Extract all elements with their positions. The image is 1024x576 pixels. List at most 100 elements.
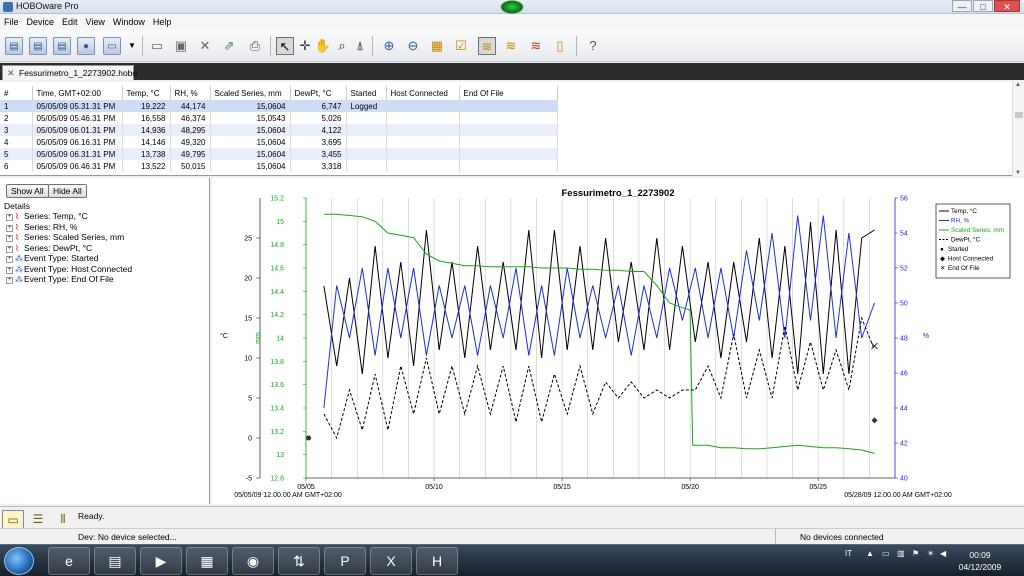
plot2-icon[interactable]: ≋	[502, 37, 520, 55]
zoom-in-icon[interactable]: ⊕	[380, 37, 398, 55]
table-row[interactable]: 6 05/05/09 06.46.31 PM 13,522 50,015 15,0604…	[0, 160, 558, 172]
column-header[interactable]: Started	[346, 86, 387, 100]
column-header[interactable]: Scaled Series, mm	[210, 86, 291, 100]
table-cell[interactable]	[386, 112, 460, 124]
table-cell[interactable]: 15,0604	[210, 124, 291, 136]
media-center-icon[interactable]: ◉	[232, 547, 274, 575]
table-cell[interactable]: 49,795	[170, 148, 211, 160]
expand-icon[interactable]: +	[6, 235, 13, 242]
table-cell[interactable]: 05/05/09 05.31.31 PM	[32, 100, 123, 112]
hand-icon[interactable]: ✋	[314, 37, 332, 55]
table-cell[interactable]: 13,522	[122, 160, 171, 172]
table-row[interactable]: 3 05/05/09 06.01.31 PM 14,936 48,295 15,0604…	[0, 124, 558, 136]
delete-icon[interactable]: ✕	[196, 37, 214, 55]
excel-icon[interactable]: X	[370, 547, 412, 575]
table-cell[interactable]: 5	[0, 148, 33, 160]
table-cell[interactable]: 48,295	[170, 124, 211, 136]
table-cell[interactable]: 13,738	[122, 148, 171, 160]
table-cell[interactable]: 19,222	[122, 100, 171, 112]
plot-active-icon[interactable]: ≋	[478, 37, 496, 55]
select-device-icon[interactable]: ▭	[103, 37, 121, 55]
table-cell[interactable]	[386, 100, 460, 112]
table-cell[interactable]	[459, 112, 558, 124]
table-cell[interactable]	[346, 136, 387, 148]
document-tab[interactable]: ✕ Fessurimetro_1_2273902.hobo	[2, 65, 137, 80]
table-cell[interactable]	[386, 160, 460, 172]
security-icon[interactable]: ⚑	[912, 549, 919, 558]
table-cell[interactable]: 49,320	[170, 136, 211, 148]
person-icon[interactable]: ⍋	[351, 37, 369, 55]
table-scrollbar[interactable]: ▲ ▼	[1012, 82, 1024, 176]
table-cell[interactable]: 15,0604	[210, 160, 291, 172]
table-cell[interactable]	[459, 148, 558, 160]
folder-icon[interactable]: ▦	[186, 547, 228, 575]
menu-view[interactable]: View	[82, 14, 109, 30]
details-tree-item[interactable]: + ⁂Event Type: End Of File	[6, 274, 132, 285]
media-player-icon[interactable]: ▶	[140, 547, 182, 575]
table-cell[interactable]: 4	[0, 136, 33, 148]
table-cell[interactable]: 1	[0, 100, 33, 112]
details-tree-item[interactable]: + ⌇ Series: Temp, °C	[6, 211, 132, 222]
pointer-icon[interactable]: ↖	[276, 37, 294, 55]
maximize-button[interactable]: □	[973, 0, 993, 12]
expand-icon[interactable]: +	[6, 214, 13, 221]
column-header[interactable]: End Of File	[459, 86, 558, 100]
show-hidden-icons-icon[interactable]: ▲	[866, 549, 874, 558]
table-cell[interactable]: 14,936	[122, 124, 171, 136]
table-cell[interactable]: 15,0604	[210, 136, 291, 148]
table-row[interactable]: 4 05/05/09 06.16.31 PM 14,146 49,320 15,0604…	[0, 136, 558, 148]
table-cell[interactable]: 05/05/09 06.16.31 PM	[32, 136, 123, 148]
column-header[interactable]: #	[0, 86, 33, 100]
start-button[interactable]	[4, 547, 34, 575]
points-icon[interactable]: ▦	[428, 37, 446, 55]
expand-icon[interactable]: +	[6, 277, 13, 284]
save-icon[interactable]: ▣	[172, 37, 190, 55]
magnifier-icon[interactable]: ⌕	[333, 37, 351, 55]
table-cell[interactable]	[459, 124, 558, 136]
show-all-button[interactable]: Show All	[6, 184, 49, 198]
table-cell[interactable]	[346, 148, 387, 160]
scroll-up-icon[interactable]: ▲	[1015, 82, 1021, 88]
table-row[interactable]: 5 05/05/09 06.31.31 PM 13,738 49,795 15,0604…	[0, 148, 558, 160]
clock[interactable]: 00:09 04/12/2009	[950, 549, 1010, 573]
close-button[interactable]: ✕	[994, 0, 1020, 12]
menu-file[interactable]: File	[0, 14, 23, 30]
plot3-icon[interactable]: ≋	[527, 37, 545, 55]
help-icon[interactable]: ?	[584, 37, 602, 55]
language-indicator[interactable]: IT	[845, 549, 852, 558]
table-cell[interactable]: 05/05/09 06.31.31 PM	[32, 148, 123, 160]
table-cell[interactable]	[459, 136, 558, 148]
expand-icon[interactable]: +	[6, 224, 13, 232]
details-tree-item[interactable]: + ⁂Event Type: Started	[6, 253, 132, 264]
table-cell[interactable]: 14,146	[122, 136, 171, 148]
table-cell[interactable]	[459, 100, 558, 112]
table-cell[interactable]	[346, 160, 387, 172]
scroll-down-icon[interactable]: ▼	[1015, 170, 1021, 176]
checklist-icon[interactable]: ☑	[452, 37, 470, 55]
readout-icon[interactable]: ▤	[29, 37, 47, 55]
table-cell[interactable]: 44,174	[170, 100, 211, 112]
table-cell[interactable]: 46,374	[170, 112, 211, 124]
usb-icon[interactable]: ▭	[882, 549, 890, 558]
table-cell[interactable]: Logged	[346, 100, 387, 112]
table-cell[interactable]: 3,455	[290, 148, 347, 160]
menu-device[interactable]: Device	[23, 14, 59, 30]
hide-all-button[interactable]: Hide All	[48, 184, 87, 198]
table-cell[interactable]: 50,015	[170, 160, 211, 172]
table-cell[interactable]: 15,0604	[210, 100, 291, 112]
menu-window[interactable]: Window	[109, 14, 149, 30]
status-icon[interactable]: ▤	[53, 37, 71, 55]
column-header[interactable]: Temp, °C	[122, 86, 171, 100]
details-tree-item[interactable]: + ⁂Event Type: Host Connected	[6, 264, 132, 275]
powerpoint-icon[interactable]: P	[324, 547, 366, 575]
menu-help[interactable]: Help	[149, 14, 176, 30]
details-tree-item[interactable]: + ⌇ Series: RH, %	[6, 222, 132, 233]
table-cell[interactable]	[386, 124, 460, 136]
minimize-button[interactable]: —	[952, 0, 972, 12]
table-row[interactable]: 1 05/05/09 05.31.31 PM 19,222 44,174 15,0604…	[0, 100, 558, 112]
table-cell[interactable]: 15,0543	[210, 112, 291, 124]
view-single-icon[interactable]: ▭	[2, 510, 24, 530]
column-header[interactable]: Host Connected	[386, 86, 460, 100]
table-cell[interactable]: 05/05/09 06.46.31 PM	[32, 160, 123, 172]
expand-icon[interactable]: +	[6, 245, 13, 253]
